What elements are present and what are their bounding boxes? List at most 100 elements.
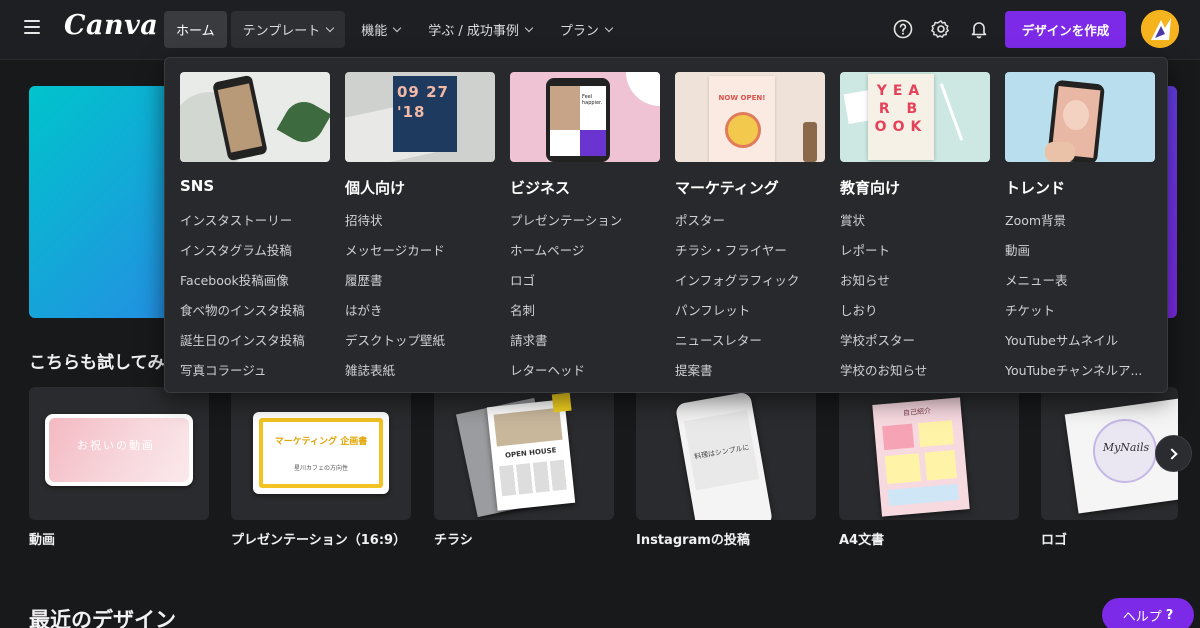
- recent-designs-title: 最近のデザイン: [29, 608, 176, 628]
- bell-icon[interactable]: [968, 18, 990, 40]
- card-flyer-thumb-text: OPEN HOUSE: [504, 446, 557, 460]
- nav-features-label: 機能: [361, 24, 388, 39]
- nav-plans-label: プラン: [559, 24, 599, 39]
- card-presentation-thumb-sub: 星川カフェの方向性: [293, 465, 348, 472]
- card-presentation-label: プレゼンテーション（16:9）: [231, 533, 407, 548]
- try-section-title: こちらも試してみ: [29, 353, 165, 373]
- canva-logo[interactable]: Canva: [64, 10, 158, 41]
- menu-item[interactable]: インスタストーリー: [180, 206, 330, 236]
- card-instagram-label: Instagramの投稿: [636, 533, 750, 548]
- menu-item[interactable]: ニュースレター: [675, 326, 825, 356]
- menu-title-business[interactable]: ビジネス: [510, 177, 660, 197]
- menu-list-business: プレゼンテーション ホームページ ロゴ 名刺 請求書 レターヘッド: [510, 206, 660, 386]
- menu-item[interactable]: ロゴ: [510, 266, 660, 296]
- card-video-thumb-text: お祝いの動画: [77, 439, 155, 452]
- menu-item[interactable]: パンフレット: [675, 296, 825, 326]
- menu-item[interactable]: 賞状: [840, 206, 990, 236]
- thumb-business[interactable]: Feel happier.: [510, 72, 660, 162]
- menu-item[interactable]: 動画: [1005, 236, 1155, 266]
- card-video[interactable]: お祝いの動画: [29, 387, 209, 520]
- avatar[interactable]: [1141, 10, 1179, 48]
- menu-item[interactable]: 学校ポスター: [840, 326, 990, 356]
- templates-dropdown-menu: SNS インスタストーリー インスタグラム投稿 Facebook投稿画像 食べ物…: [164, 57, 1168, 393]
- gear-icon[interactable]: [930, 18, 952, 40]
- nav-home[interactable]: ホーム: [164, 11, 227, 48]
- menu-item[interactable]: はがき: [345, 296, 495, 326]
- chevron-right-icon: [1166, 447, 1178, 460]
- menu-item[interactable]: Facebook投稿画像: [180, 266, 330, 296]
- card-instagram-post[interactable]: 料理はシンプルに: [636, 387, 816, 520]
- menu-title-marketing[interactable]: マーケティング: [675, 177, 825, 197]
- menu-title-personal[interactable]: 個人向け: [345, 177, 495, 197]
- menu-item[interactable]: チケット: [1005, 296, 1155, 326]
- help-label: ヘルプ: [1122, 609, 1162, 625]
- menu-item[interactable]: 誕生日のインスタ投稿: [180, 326, 330, 356]
- menu-item[interactable]: 請求書: [510, 326, 660, 356]
- nav-plans[interactable]: プラン: [548, 11, 624, 48]
- card-a4-thumb-text: 自己紹介: [902, 406, 932, 418]
- card-a4-document[interactable]: 自己紹介: [839, 387, 1019, 520]
- menu-item[interactable]: ホームページ: [510, 236, 660, 266]
- card-logo-thumb-text: MyNails: [1102, 441, 1150, 454]
- menu-item[interactable]: 提案書: [675, 356, 825, 386]
- nav-features[interactable]: 機能: [349, 11, 412, 48]
- card-a4-label: A4文書: [839, 533, 885, 548]
- menu-column-trend: トレンド Zoom背景 動画 メニュー表 チケット YouTubeサムネイル Y…: [1005, 72, 1155, 386]
- card-presentation[interactable]: マーケティング 企画書 星川カフェの方向性: [231, 387, 411, 520]
- nav-learn[interactable]: 学ぶ / 成功事例: [416, 11, 544, 48]
- menu-item[interactable]: 名刺: [510, 296, 660, 326]
- create-design-button[interactable]: デザインを作成: [1005, 11, 1126, 48]
- menu-item[interactable]: 招待状: [345, 206, 495, 236]
- thumb-personal[interactable]: 09 27 '18: [345, 72, 495, 162]
- menu-item[interactable]: メニュー表: [1005, 266, 1155, 296]
- menu-title-sns[interactable]: SNS: [180, 177, 330, 197]
- menu-item[interactable]: デスクトップ壁紙: [345, 326, 495, 356]
- menu-item[interactable]: チラシ・フライヤー: [675, 236, 825, 266]
- thumb-sns[interactable]: [180, 72, 330, 162]
- chevron-down-icon: [604, 23, 614, 33]
- chevron-down-icon: [326, 23, 335, 33]
- thumb-marketing-text: NOW OPEN!: [718, 94, 766, 102]
- card-flyer-label: チラシ: [434, 533, 473, 548]
- menu-item[interactable]: メッセージカード: [345, 236, 495, 266]
- chevron-down-icon: [393, 23, 402, 33]
- thumb-business-text: Feel happier.: [582, 94, 603, 106]
- menu-item[interactable]: レポート: [840, 236, 990, 266]
- menu-title-trend[interactable]: トレンド: [1005, 177, 1155, 197]
- menu-item[interactable]: 食べ物のインスタ投稿: [180, 296, 330, 326]
- menu-column-marketing: NOW OPEN! マーケティング ポスター チラシ・フライヤー インフォグラフ…: [675, 72, 825, 386]
- hamburger-menu-icon[interactable]: [24, 20, 40, 36]
- menu-title-education[interactable]: 教育向け: [840, 177, 990, 197]
- nav-templates-label: テンプレート: [242, 24, 321, 39]
- menu-item[interactable]: ポスター: [675, 206, 825, 236]
- menu-item[interactable]: Zoom背景: [1005, 206, 1155, 236]
- menu-item[interactable]: プレゼンテーション: [510, 206, 660, 236]
- menu-item[interactable]: お知らせ: [840, 266, 990, 296]
- menu-item[interactable]: YouTubeサムネイル: [1005, 326, 1155, 356]
- nav-learn-label: 学ぶ / 成功事例: [428, 24, 519, 39]
- menu-item[interactable]: レターヘッド: [510, 356, 660, 386]
- card-logo-label: ロゴ: [1041, 533, 1068, 548]
- menu-item[interactable]: 履歴書: [345, 266, 495, 296]
- menu-item[interactable]: 学校のお知らせ: [840, 356, 990, 386]
- nav-templates[interactable]: テンプレート: [230, 11, 346, 48]
- menu-item[interactable]: 雑誌表紙: [345, 356, 495, 386]
- thumb-marketing[interactable]: NOW OPEN!: [675, 72, 825, 162]
- help-button[interactable]: ヘルプ ?: [1102, 598, 1194, 628]
- menu-item[interactable]: しおり: [840, 296, 990, 326]
- carousel-next-button[interactable]: [1155, 435, 1192, 472]
- help-question-icon: ?: [1165, 607, 1174, 623]
- menu-item[interactable]: インフォグラフィック: [675, 266, 825, 296]
- menu-list-marketing: ポスター チラシ・フライヤー インフォグラフィック パンフレット ニュースレター…: [675, 206, 825, 386]
- help-circle-icon[interactable]: [892, 18, 914, 40]
- card-flyer[interactable]: OPEN HOUSE: [434, 387, 614, 520]
- menu-column-sns: SNS インスタストーリー インスタグラム投稿 Facebook投稿画像 食べ物…: [180, 72, 330, 386]
- menu-item[interactable]: 写真コラージュ: [180, 356, 330, 386]
- menu-item[interactable]: インスタグラム投稿: [180, 236, 330, 266]
- menu-column-education: YEAR BOOK 教育向け 賞状 レポート お知らせ しおり 学校ポスター 学…: [840, 72, 990, 386]
- thumb-education[interactable]: YEAR BOOK: [840, 72, 990, 162]
- thumb-trend[interactable]: [1005, 72, 1155, 162]
- menu-item[interactable]: YouTubeチャンネルア...: [1005, 356, 1155, 386]
- thumb-personal-text: 09 27 '18: [397, 83, 449, 121]
- menu-column-business: Feel happier. ビジネス プレゼンテーション ホームページ ロゴ 名…: [510, 72, 660, 386]
